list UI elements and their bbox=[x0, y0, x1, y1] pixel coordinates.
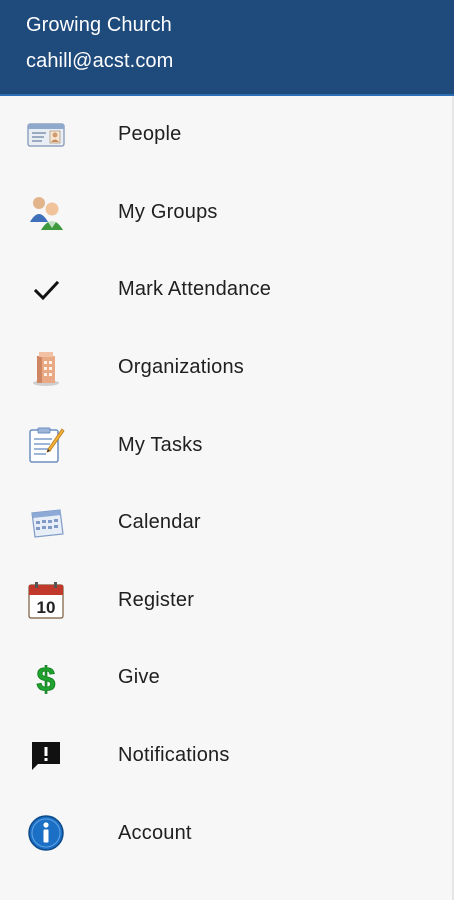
menu-item-label: Notifications bbox=[118, 744, 230, 767]
menu-item-my-tasks[interactable]: My Tasks bbox=[0, 406, 454, 484]
organization-name: Growing Church bbox=[26, 14, 172, 36]
menu-item-label: My Groups bbox=[118, 200, 218, 223]
menu-item-mark-attendance[interactable]: Mark Attendance bbox=[0, 251, 454, 329]
menu-item-calendar[interactable]: Calendar bbox=[0, 484, 454, 562]
menu-item-notifications[interactable]: Notifications bbox=[0, 717, 454, 795]
menu-item-register[interactable]: 10 Register bbox=[0, 562, 454, 640]
account-header[interactable]: Growing Church cahill@acst.com bbox=[0, 0, 454, 96]
drawer-menu: People My Groups Mark Attendance Organiz… bbox=[0, 96, 454, 872]
task-list-icon bbox=[26, 425, 66, 465]
user-email: cahill@acst.com bbox=[26, 50, 174, 72]
menu-item-label: Register bbox=[118, 588, 195, 611]
menu-item-label: Calendar bbox=[118, 511, 201, 534]
calendar-icon bbox=[26, 503, 66, 543]
menu-item-label: People bbox=[118, 123, 182, 146]
id-card-icon bbox=[26, 115, 66, 155]
calendar-date-icon: 10 bbox=[26, 580, 66, 620]
users-icon bbox=[26, 192, 66, 232]
svg-text:$: $ bbox=[37, 661, 56, 698]
menu-item-label: Account bbox=[118, 821, 192, 844]
menu-item-my-groups[interactable]: My Groups bbox=[0, 174, 454, 252]
building-icon bbox=[26, 348, 66, 388]
menu-item-label: Organizations bbox=[118, 356, 244, 379]
svg-text:10: 10 bbox=[37, 598, 56, 617]
info-icon bbox=[26, 813, 66, 853]
menu-item-label: Give bbox=[118, 666, 160, 689]
menu-item-people[interactable]: People bbox=[0, 96, 454, 174]
alert-message-icon bbox=[26, 736, 66, 776]
menu-item-label: Mark Attendance bbox=[118, 278, 272, 301]
dollar-icon: $ bbox=[26, 658, 66, 698]
menu-item-give[interactable]: $ Give bbox=[0, 639, 454, 717]
menu-item-label: My Tasks bbox=[118, 433, 203, 456]
checkmark-icon bbox=[26, 270, 66, 310]
menu-item-account[interactable]: Account bbox=[0, 794, 454, 872]
navigation-drawer: Growing Church cahill@acst.com People My… bbox=[0, 0, 454, 900]
menu-item-organizations[interactable]: Organizations bbox=[0, 329, 454, 407]
